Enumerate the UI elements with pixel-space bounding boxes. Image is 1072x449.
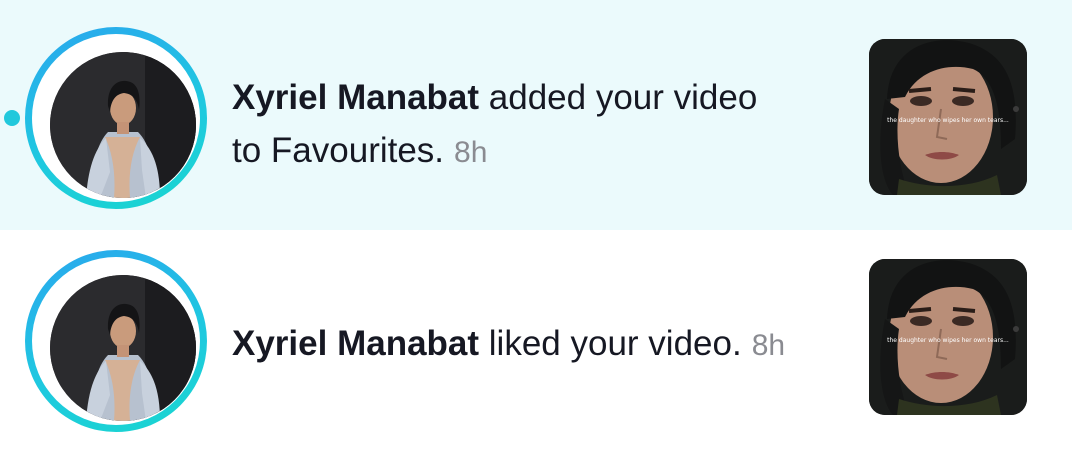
story-ring[interactable] [25, 27, 207, 209]
notification-time: 8h [751, 329, 786, 362]
video-thumbnail[interactable]: the daughter who wipes her own tears... [869, 259, 1027, 415]
story-ring[interactable] [25, 250, 207, 432]
thumbnail-caption: the daughter who wipes her own tears... [887, 117, 1009, 124]
notification-action: liked your video. [479, 324, 742, 363]
notification-list: Xyriel Manabat added your video to Favou… [0, 0, 1072, 449]
notification-action: added your video [479, 78, 758, 117]
avatar[interactable] [50, 275, 196, 421]
thumbnail-caption: the daughter who wipes her own tears... [887, 337, 1009, 344]
notification-time: 8h [454, 136, 488, 169]
avatar[interactable] [50, 52, 196, 198]
avatar-photo [50, 52, 196, 198]
notification-action-continued: to Favourites. [232, 131, 445, 170]
notification-row[interactable]: Xyriel Manabat added your video to Favou… [0, 0, 1072, 230]
username-link[interactable]: Xyriel Manabat [232, 324, 479, 363]
unread-dot-icon [4, 110, 20, 126]
avatar-photo [50, 275, 196, 421]
video-thumbnail[interactable]: the daughter who wipes her own tears... [869, 39, 1027, 195]
notification-row[interactable]: Xyriel Manabat liked your video. 8h the d… [0, 230, 1072, 449]
notification-text: Xyriel Manabat added your video to Favou… [232, 71, 832, 179]
notification-text: Xyriel Manabat liked your video. 8h [232, 317, 832, 372]
username-link[interactable]: Xyriel Manabat [232, 78, 479, 117]
